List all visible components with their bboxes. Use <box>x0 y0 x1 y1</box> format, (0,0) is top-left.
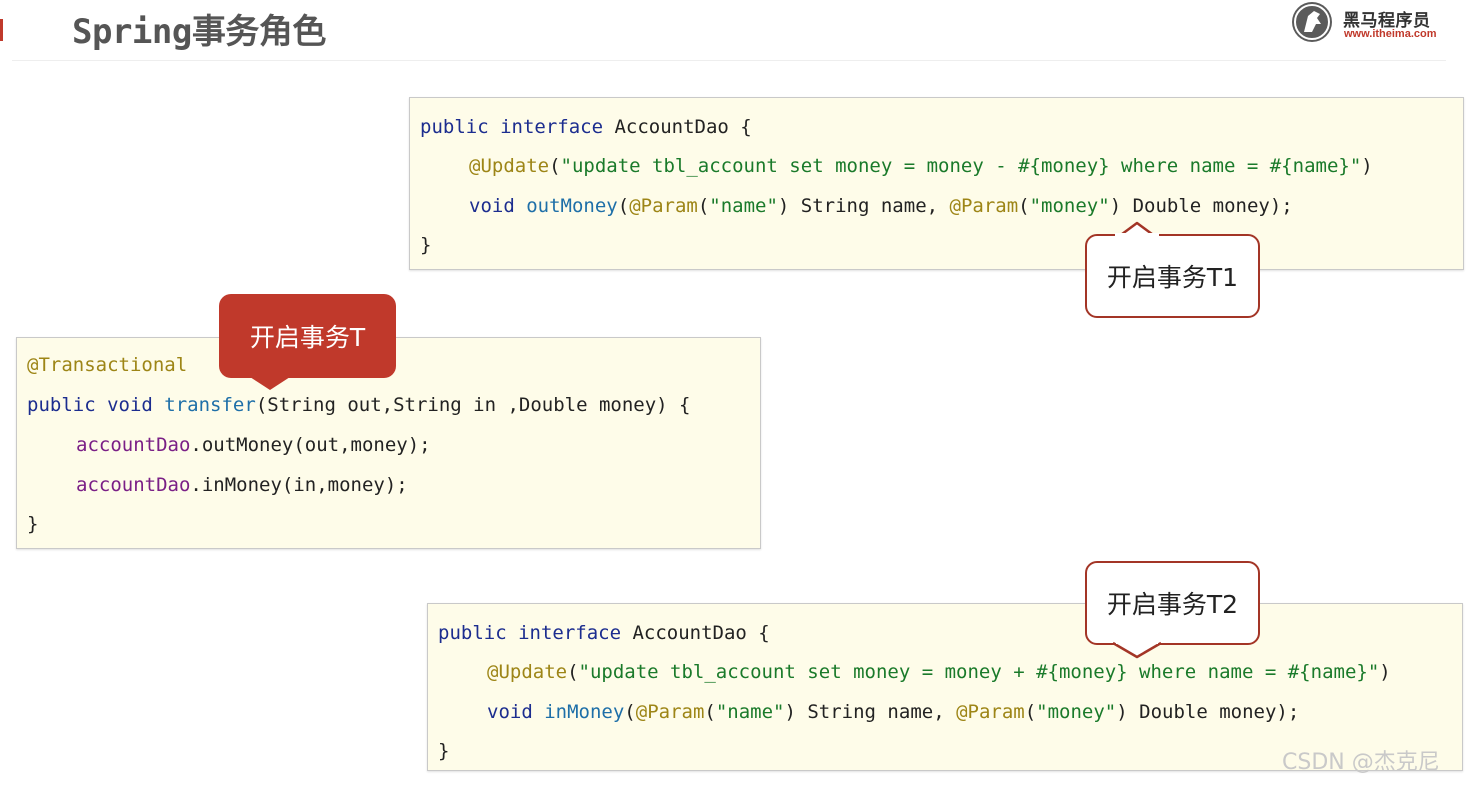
code-line: void inMoney(@Param("name") String name,… <box>487 699 1299 725</box>
code-annotation: @Param <box>635 701 705 723</box>
code-keyword: public interface <box>438 622 622 644</box>
callout-t1-pointer-cover <box>1115 233 1159 239</box>
code-line: } <box>438 738 449 764</box>
code-field: accountDao <box>76 434 191 456</box>
code-text: ( <box>1018 195 1030 217</box>
code-method: outMoney <box>526 195 618 217</box>
code-annotation: @Update <box>469 155 550 177</box>
code-string: "update tbl_account set money = money + … <box>578 661 1380 683</box>
code-annotation: @Param <box>629 195 698 217</box>
code-text: ( <box>567 661 579 683</box>
slide-title: Spring事务角色 <box>72 12 326 52</box>
code-block-out-money: public interface AccountDao { @Update("u… <box>409 97 1464 270</box>
code-keyword: public interface <box>420 116 604 138</box>
code-text: ) String name, <box>784 701 957 723</box>
code-method: transfer <box>164 394 256 416</box>
code-annotation: @Update <box>487 661 568 683</box>
code-line: } <box>27 511 38 537</box>
code-string: "money" <box>1036 701 1117 723</box>
code-text: ) <box>1361 155 1373 177</box>
code-keyword: void <box>487 701 533 723</box>
code-text: AccountDao { <box>603 116 752 138</box>
code-text: ) Double money); <box>1116 701 1300 723</box>
logo-url: www.itheima.com <box>1344 28 1437 40</box>
code-string: "update tbl_account set money = money - … <box>560 155 1362 177</box>
code-string: "money" <box>1029 195 1110 217</box>
code-line: } <box>420 232 431 258</box>
brand-logo: 黑马程序员 www.itheima.com <box>1290 0 1450 46</box>
code-text: ( <box>624 701 636 723</box>
code-annotation: @Transactional <box>27 354 188 376</box>
code-text: ( <box>697 195 710 217</box>
code-line: void outMoney(@Param("name") String name… <box>469 193 1293 219</box>
code-text: } <box>438 740 450 762</box>
code-string: "name" <box>709 195 778 217</box>
code-line: public interface AccountDao { <box>420 114 752 140</box>
code-text: ) <box>1379 661 1391 683</box>
code-text: AccountDao { <box>621 622 770 644</box>
code-line: accountDao.inMoney(in,money); <box>76 472 408 498</box>
code-keyword: void <box>469 195 515 217</box>
callout-t2: 开启事务T2 <box>1085 561 1260 645</box>
code-text: (String out,String in ,Double money) { <box>255 394 691 416</box>
code-line: public void transfer(String out,String i… <box>27 392 691 418</box>
code-line: @Update("update tbl_account set money = … <box>469 153 1373 179</box>
code-text: ( <box>549 155 561 177</box>
code-method: inMoney <box>544 701 625 723</box>
callout-t: 开启事务T <box>219 294 396 378</box>
title-accent-bar <box>0 19 3 41</box>
code-line: @Update("update tbl_account set money = … <box>487 659 1391 685</box>
code-text: ) Double money); <box>1109 195 1293 217</box>
csdn-watermark: CSDN @杰克尼 <box>1282 750 1440 775</box>
callout-t-pointer <box>250 377 290 390</box>
callout-t1: 开启事务T1 <box>1085 234 1260 318</box>
code-text: ( <box>704 701 716 723</box>
code-text: } <box>27 513 39 535</box>
code-text: ) String name, <box>777 195 950 217</box>
code-annotation: @Param <box>956 701 1025 723</box>
code-line: accountDao.outMoney(out,money); <box>76 432 431 458</box>
code-string: "name" <box>715 701 785 723</box>
code-field: accountDao <box>76 474 191 496</box>
code-text: ( <box>617 195 630 217</box>
code-line: public interface AccountDao { <box>438 620 770 646</box>
callout-t2-pointer <box>1113 641 1161 659</box>
code-keyword: public void <box>27 394 153 416</box>
code-line: @Transactional <box>27 352 187 378</box>
horse-head-icon <box>1292 2 1332 42</box>
code-text: ( <box>1024 701 1037 723</box>
title-divider <box>12 60 1446 61</box>
code-text: } <box>420 234 432 256</box>
code-annotation: @Param <box>949 195 1019 217</box>
code-text: .inMoney(in,money); <box>190 474 408 496</box>
code-text: .outMoney(out,money); <box>190 434 431 456</box>
